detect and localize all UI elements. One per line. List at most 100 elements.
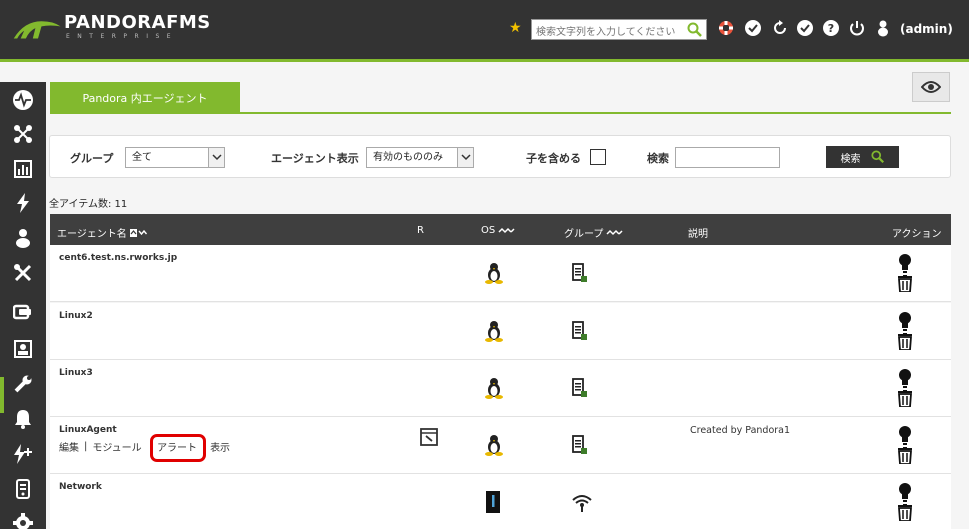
include-children-checkbox[interactable]	[590, 149, 606, 165]
power-icon[interactable]	[848, 19, 866, 37]
chevron-down-icon	[208, 148, 224, 167]
col-agent-name-label: エージェント名	[57, 229, 127, 240]
user-icon[interactable]	[874, 19, 892, 37]
table-row: Network	[50, 474, 951, 529]
sort-icon[interactable]	[129, 228, 148, 237]
agent-name-link[interactable]: Linux3	[59, 368, 93, 378]
group-label: グループ	[70, 152, 114, 165]
help-icon[interactable]: ?	[822, 19, 840, 37]
sidebar-item-contacts[interactable]	[0, 332, 46, 366]
show-agents-select-value: 有効のもののみ	[373, 152, 443, 163]
chevron-down-icon	[457, 148, 473, 167]
agent-name-link[interactable]: LinuxAgent	[59, 425, 117, 435]
tab-underline	[50, 112, 951, 114]
col-r: R	[417, 225, 424, 236]
trash-icon[interactable]	[897, 504, 913, 521]
pandora-logo-icon	[13, 21, 61, 39]
col-agent-name[interactable]: エージェント名	[57, 225, 148, 240]
group-select-value: 全て	[132, 152, 152, 163]
col-os-label: OS	[481, 225, 496, 236]
view-link[interactable]: 表示	[210, 439, 230, 454]
sort-icon[interactable]	[606, 229, 624, 237]
col-os[interactable]: OS	[481, 225, 516, 236]
linux-os-icon	[485, 321, 503, 342]
total-items: 全アイテム数: 11	[49, 199, 128, 210]
search-button[interactable]: 検索	[826, 146, 899, 168]
status-ok-icon[interactable]	[796, 19, 814, 37]
lightbulb-icon[interactable]	[898, 482, 912, 502]
table-row: Linux3	[50, 360, 951, 417]
table-row: cent6.test.ns.rworks.jp	[50, 245, 951, 302]
sidebar-item-users[interactable]	[0, 221, 46, 255]
view-toggle-button[interactable]	[912, 72, 950, 102]
tools-icon	[14, 264, 32, 282]
lightbulb-icon[interactable]	[898, 253, 912, 273]
sidebar-item-server[interactable]	[0, 472, 46, 506]
events-icon	[17, 193, 29, 213]
agent-name-link[interactable]: cent6.test.ns.rworks.jp	[59, 253, 177, 263]
logo-text: PANDORAFMS	[64, 12, 211, 33]
trash-icon[interactable]	[897, 390, 913, 407]
svg-text:?: ?	[828, 22, 834, 35]
sidebar-item-topology[interactable]	[0, 117, 46, 151]
server-group-icon	[572, 321, 587, 340]
sidebar-item-extensions[interactable]	[0, 437, 46, 471]
search-button-label: 検索	[840, 153, 861, 165]
search-icon	[870, 150, 884, 164]
sort-icon[interactable]	[498, 227, 516, 235]
tab-agents-label: Pandora 内エージェント	[82, 91, 208, 105]
row-actions	[897, 253, 913, 292]
sidebar-item-alerts[interactable]	[0, 402, 46, 436]
col-actions-label: アクション	[892, 229, 942, 240]
separator: |	[84, 441, 88, 452]
sidebar-item-monitoring[interactable]	[0, 83, 46, 117]
modules-link[interactable]: モジュール	[92, 439, 141, 454]
alerts-link[interactable]: アラート	[150, 434, 207, 462]
tab-agents[interactable]: Pandora 内エージェント	[50, 82, 240, 113]
filter-search-input[interactable]	[675, 147, 780, 168]
show-agents-select[interactable]: 有効のもののみ	[366, 147, 474, 168]
header-accent-line	[0, 59, 969, 62]
lightbulb-icon[interactable]	[898, 425, 912, 445]
lightbulb-icon[interactable]	[898, 311, 912, 331]
eye-icon	[921, 81, 941, 93]
wifi-network-icon	[572, 495, 592, 512]
sidebar-item-gear[interactable]	[0, 506, 46, 529]
sidebar-item-reports[interactable]	[0, 152, 46, 186]
check-circle-icon[interactable]	[744, 19, 762, 37]
show-agents-label: エージェント表示	[271, 152, 359, 165]
sidebar-item-events[interactable]	[0, 186, 46, 220]
col-actions: アクション	[892, 225, 942, 240]
search-icon[interactable]	[687, 22, 703, 38]
lifebuoy-icon[interactable]	[717, 19, 735, 37]
remote-config-icon[interactable]	[420, 428, 438, 446]
header-search-input[interactable]	[532, 23, 682, 42]
user-name[interactable]: (admin)	[900, 22, 953, 36]
lightbulb-icon[interactable]	[898, 368, 912, 388]
edit-link[interactable]: 編集	[59, 439, 79, 454]
group-select[interactable]: 全て	[125, 147, 225, 168]
header-search[interactable]	[531, 19, 707, 42]
refresh-icon[interactable]	[771, 19, 789, 37]
top-header: PANDORAFMS ENTERPRISE ★ ? (admin)	[0, 0, 969, 59]
reports-icon	[14, 160, 32, 178]
server-group-icon	[572, 263, 587, 282]
favorite-star-icon[interactable]: ★	[509, 20, 522, 36]
sidebar-item-agents[interactable]	[0, 295, 46, 329]
agents-icon	[13, 304, 31, 320]
trash-icon[interactable]	[897, 333, 913, 350]
col-r-label: R	[417, 225, 424, 236]
row-actions	[897, 482, 913, 521]
topology-icon	[14, 125, 32, 143]
col-group[interactable]: グループ	[564, 225, 624, 240]
agent-name-link[interactable]: Network	[59, 482, 102, 492]
trash-icon[interactable]	[897, 447, 913, 464]
trash-icon[interactable]	[897, 275, 913, 292]
agent-name-link[interactable]: Linux2	[59, 311, 93, 321]
server-group-icon	[572, 378, 587, 397]
sidebar-item-tools[interactable]	[0, 256, 46, 290]
row-actions	[897, 368, 913, 407]
wrench-icon	[14, 375, 32, 393]
sidebar-item-settings[interactable]	[0, 367, 46, 401]
col-description: 説明	[688, 225, 708, 240]
